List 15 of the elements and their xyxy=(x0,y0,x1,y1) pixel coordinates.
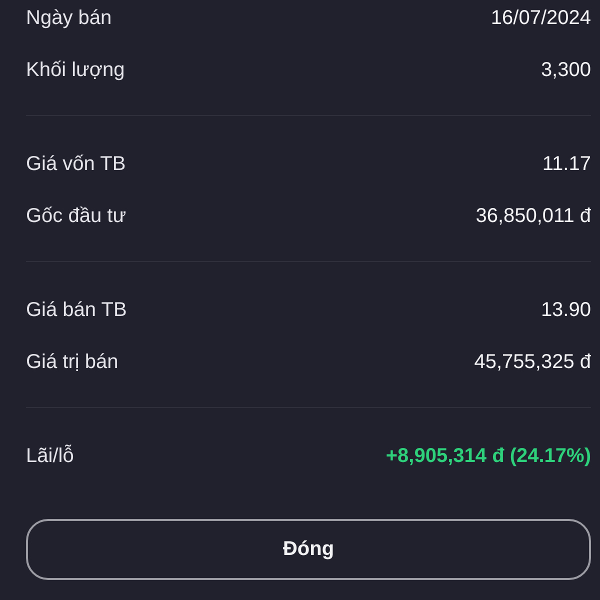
row-label: Giá trị bán xyxy=(26,350,118,374)
row-value: 11.17 xyxy=(542,152,591,176)
row-value: 36,850,011 đ xyxy=(476,204,591,228)
row-value: 3,300 xyxy=(540,58,591,82)
row-value: 13.90 xyxy=(540,298,591,322)
row-value: 45,755,325 đ xyxy=(474,350,591,374)
row-label: Lãi/lỗ xyxy=(26,444,74,468)
row-value: +8,905,314 đ (24.17%) xyxy=(386,444,591,468)
close-button[interactable]: Đóng xyxy=(26,519,591,580)
row-label: Ngày bán xyxy=(26,6,112,30)
row-value: 16/07/2024 xyxy=(490,6,591,30)
row-label: Giá vốn TB xyxy=(26,152,126,176)
row-label: Gốc đầu tư xyxy=(26,204,126,228)
row-label: Giá bán TB xyxy=(26,298,127,322)
row-label: Khối lượng xyxy=(26,58,125,82)
